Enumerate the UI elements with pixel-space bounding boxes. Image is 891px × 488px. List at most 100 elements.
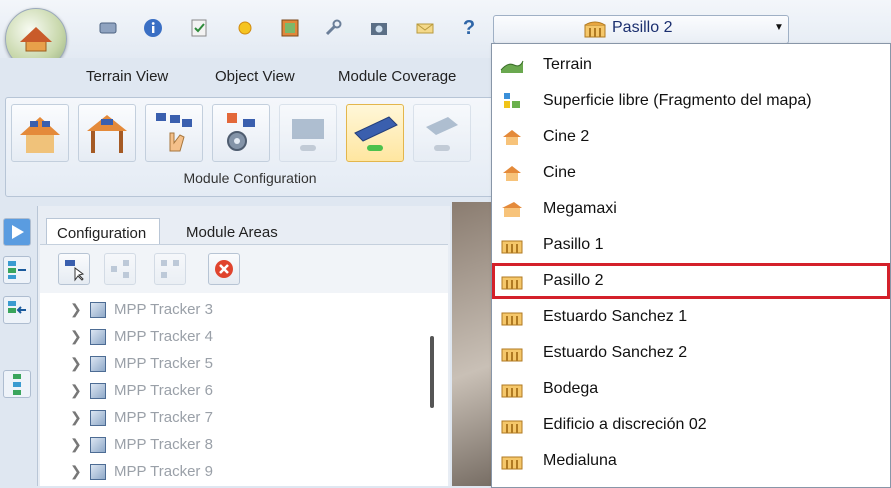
dropdown-option-megamaxi[interactable]: Megamaxi [492, 191, 890, 227]
tree-structure-icon[interactable] [3, 370, 31, 398]
tree-item-label: MPP Tracker 6 [114, 382, 213, 399]
free-surface-icon [504, 93, 520, 108]
open-building-icon [501, 348, 523, 362]
chevron-right-icon[interactable]: ❯ [70, 301, 84, 318]
tree-node-icon [111, 260, 129, 278]
tree-item-label: MPP Tracker 3 [114, 301, 213, 318]
delete-icon [215, 260, 233, 278]
chevron-right-icon[interactable]: ❯ [70, 436, 84, 453]
tree-item[interactable]: ❯ MPP Tracker 7 [70, 404, 213, 431]
remove-node-button[interactable] [154, 253, 186, 285]
tree-item[interactable]: ❯ MPP Tracker 6 [70, 377, 213, 404]
dropdown-option-estuardo-sanchez-1[interactable]: Estuardo Sanchez 1 [492, 299, 890, 335]
tree-item[interactable]: ❯ MPP Tracker 8 [70, 431, 213, 458]
open-building-icon [501, 456, 523, 470]
module-layout-button[interactable] [346, 104, 404, 162]
open-building-icon [501, 240, 523, 254]
mpp-tracker-icon [90, 355, 106, 372]
mpp-tracker-icon [90, 409, 106, 426]
panel-toolbar [40, 244, 448, 293]
open-building-icon [501, 384, 523, 398]
panel-row-icon [354, 116, 398, 151]
chevron-right-icon[interactable]: ❯ [70, 328, 84, 345]
house-solar-icon [20, 117, 60, 153]
terrain-icon [500, 60, 524, 73]
cursor-module-icon [65, 260, 85, 282]
dropdown-option-pasillo-1[interactable]: Pasillo 1 [492, 227, 890, 263]
tilt-icon [292, 119, 324, 151]
help-icon[interactable]: ? [456, 15, 482, 41]
manual-placement-button[interactable] [145, 104, 203, 162]
dropdown-option-edificio-a-discrecion-02[interactable]: Edificio a discreción 02 [492, 407, 890, 443]
chevron-right-icon[interactable]: ❯ [70, 382, 84, 399]
dropdown-option-cine[interactable]: Cine [492, 155, 890, 191]
tree-item[interactable]: ❯ MPP Tracker 9 [70, 458, 213, 485]
map-icon[interactable] [277, 15, 303, 41]
mpp-tracker-icon [90, 463, 106, 480]
house-icon [503, 130, 521, 145]
tree-branch-icon [161, 260, 179, 278]
module-tilt-button[interactable] [279, 104, 337, 162]
carport-modules-button[interactable] [78, 104, 136, 162]
tab-configuration[interactable]: Configuration [46, 218, 160, 244]
dropdown-option-medialuna[interactable]: Medialuna [492, 443, 890, 479]
select-module-button[interactable] [58, 253, 90, 285]
tab-module-coverage[interactable]: Module Coverage [338, 68, 456, 85]
module-detail-icon [426, 117, 458, 151]
open-building-icon [501, 276, 523, 290]
tree-item-label: MPP Tracker 8 [114, 436, 213, 453]
tab-object-view[interactable]: Object View [215, 68, 295, 85]
camera-icon[interactable] [366, 15, 392, 41]
gear-modules-icon [227, 113, 255, 151]
dropdown-option-superficie-libre[interactable]: Superficie libre (Fragmento del mapa) [492, 83, 890, 119]
info-icon[interactable] [140, 15, 166, 41]
tree-collapse-icon[interactable] [3, 296, 31, 324]
tab-terrain-view[interactable]: Terrain View [86, 68, 168, 85]
tree-item-label: MPP Tracker 4 [114, 328, 213, 345]
chevron-right-icon[interactable]: ❯ [70, 355, 84, 372]
wrench-icon[interactable] [320, 15, 346, 41]
dropdown-option-bodega[interactable]: Bodega [492, 371, 890, 407]
ribbon-group-label: Module Configuration [183, 170, 317, 186]
dropdown-arrow-icon[interactable]: ▼ [774, 22, 784, 33]
tree-item-label: MPP Tracker 9 [114, 463, 213, 480]
envelope-icon[interactable] [412, 15, 438, 41]
open-building-icon [501, 312, 523, 326]
tree-item-label: MPP Tracker 7 [114, 409, 213, 426]
tree-item[interactable]: ❯ MPP Tracker 3 [70, 296, 213, 323]
module-settings-button[interactable] [212, 104, 270, 162]
sun-icon[interactable] [232, 15, 258, 41]
chevron-right-icon[interactable]: ❯ [70, 409, 84, 426]
delete-button[interactable] [208, 253, 240, 285]
building-dropdown-list: Terrain Superficie libre (Fragmento del … [491, 43, 891, 488]
open-project-icon[interactable] [95, 15, 121, 41]
mpp-tracker-icon [90, 328, 106, 345]
tree-scrollbar[interactable] [430, 336, 434, 408]
house-icon [502, 202, 522, 217]
checklist-icon[interactable] [186, 15, 212, 41]
dropdown-option-pasillo-2[interactable]: Pasillo 2 [492, 263, 890, 299]
module-configuration-group: Module Configuration [5, 97, 495, 197]
tree-item[interactable]: ❯ MPP Tracker 4 [70, 323, 213, 350]
carport-solar-icon [87, 115, 127, 153]
dropdown-option-estuardo-sanchez-2[interactable]: Estuardo Sanchez 2 [492, 335, 890, 371]
mpp-tracker-icon [90, 436, 106, 453]
mpp-tracker-icon [90, 301, 106, 318]
building-selector-value: Pasillo 2 [612, 19, 673, 36]
dropdown-option-cine-2[interactable]: Cine 2 [492, 119, 890, 155]
add-node-button[interactable] [104, 253, 136, 285]
module-info-button[interactable] [413, 104, 471, 162]
chevron-right-icon[interactable]: ❯ [70, 463, 84, 480]
tab-module-areas[interactable]: Module Areas [176, 218, 296, 244]
open-building-icon [501, 420, 523, 434]
hand-modules-icon [156, 113, 192, 152]
tree-item-label: MPP Tracker 5 [114, 355, 213, 372]
tree-expand-icon[interactable] [3, 256, 31, 284]
open-building-icon [584, 21, 606, 38]
house-icon [503, 166, 521, 181]
dropdown-option-terrain[interactable]: Terrain [492, 47, 890, 83]
roof-modules-button[interactable] [11, 104, 69, 162]
expand-panel-icon[interactable] [3, 218, 31, 246]
tree-item[interactable]: ❯ MPP Tracker 5 [70, 350, 213, 377]
mpp-tracker-icon [90, 382, 106, 399]
